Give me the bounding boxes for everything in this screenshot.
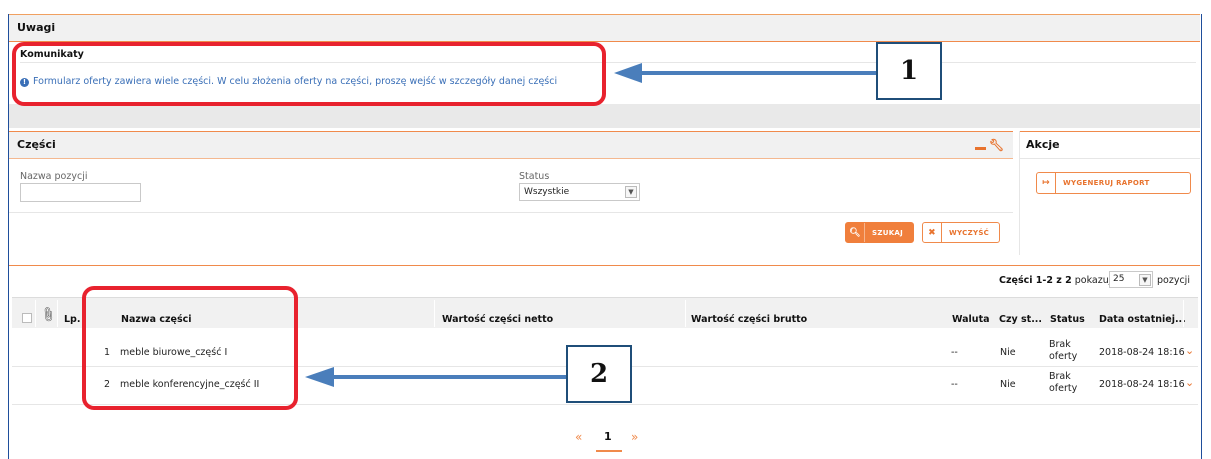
clear-button-label: WYCZYŚĆ <box>949 228 990 237</box>
status-filter-select[interactable]: Wszystkie ▼ <box>519 183 640 201</box>
col-sep <box>35 300 36 327</box>
row-currency: -- <box>951 347 958 358</box>
chevron-down-icon[interactable]: ▼ <box>625 186 637 198</box>
spacer-band <box>9 104 1200 128</box>
page-size-select[interactable]: 25 ▼ <box>1109 271 1153 288</box>
pager-current[interactable]: 1 <box>604 430 612 443</box>
row-czy-st: Nie <box>1000 379 1016 390</box>
akcje-left-border <box>1019 131 1020 255</box>
page-size-suffix: pozycji <box>1157 275 1190 286</box>
highlight-box-1 <box>12 42 606 106</box>
pagination-info: Części 1-2 z 2 pokazuj <box>999 275 1111 286</box>
akcje-title: Akcje <box>1026 138 1060 151</box>
chevron-down-icon[interactable]: ▼ <box>1139 274 1151 286</box>
col-net[interactable]: Wartość części netto <box>442 314 553 325</box>
col-status[interactable]: Status <box>1050 314 1085 325</box>
row-status-line2: oferty <box>1049 383 1078 394</box>
status-filter-value: Wszystkie <box>524 187 570 197</box>
row-status-line1: Brak <box>1049 339 1071 350</box>
callout-2-label: 2 <box>589 359 609 389</box>
col-gross[interactable]: Wartość części brutto <box>691 314 807 325</box>
uwagi-header: Uwagi <box>9 15 1200 41</box>
search-button[interactable]: 🔍︎ SZUKAJ <box>845 222 914 243</box>
show-label: pokazuj <box>1074 275 1112 286</box>
row-last: 2018-08-24 18:16 <box>1099 379 1185 390</box>
name-filter-label: Nazwa pozycji <box>20 171 88 182</box>
chevron-down-icon[interactable]: ⌄ <box>1185 376 1194 389</box>
wrench-icon[interactable]: 🔧︎ <box>989 138 1004 152</box>
callout-2: 2 <box>566 345 632 403</box>
czesci-header: Części <box>9 132 1013 158</box>
search-icon: 🔍︎ <box>846 223 865 242</box>
range-text: Części 1-2 z 2 <box>999 275 1072 286</box>
col-last[interactable]: Data ostatniej... <box>1099 314 1186 325</box>
search-button-label: SZUKAJ <box>872 228 904 237</box>
czesci-header-line <box>9 158 1013 159</box>
clear-button[interactable]: ✖ WYCZYŚĆ <box>922 222 1000 243</box>
col-lp[interactable]: Lp. <box>64 314 80 325</box>
chevron-down-icon[interactable]: ⌄ <box>1185 344 1194 357</box>
col-czy-st[interactable]: Czy st... <box>999 314 1042 325</box>
select-all-checkbox[interactable] <box>22 313 32 323</box>
page-size-value: 25 <box>1113 274 1125 284</box>
uwagi-title: Uwagi <box>17 21 56 34</box>
col-sep <box>1183 300 1184 327</box>
filter-divider <box>9 212 1013 213</box>
col-sep <box>57 300 58 327</box>
highlight-box-2 <box>82 286 298 410</box>
akcje-header-line <box>1020 158 1200 159</box>
pager-next[interactable]: » <box>631 430 638 444</box>
row-currency: -- <box>951 379 958 390</box>
callout-1: 1 <box>876 42 942 100</box>
row-last: 2018-08-24 18:16 <box>1099 347 1185 358</box>
table-top-line <box>9 265 1200 266</box>
akcje-header: Akcje <box>1020 132 1200 158</box>
col-currency[interactable]: Waluta <box>952 314 990 325</box>
pager-current-underline <box>596 450 622 452</box>
close-icon: ✖ <box>923 223 942 242</box>
export-icon: ↦ <box>1037 173 1056 193</box>
col-sep <box>685 300 686 327</box>
name-filter-input[interactable] <box>20 183 141 202</box>
row-status-line2: oferty <box>1049 351 1078 362</box>
czesci-title: Części <box>17 138 56 151</box>
pager-prev[interactable]: « <box>575 430 582 444</box>
row-status-line1: Brak <box>1049 371 1071 382</box>
callout-1-label: 1 <box>899 56 919 86</box>
generate-report-label: WYGENERUJ RAPORT <box>1063 179 1150 187</box>
status-filter-label: Status <box>519 171 550 182</box>
minimize-icon[interactable] <box>975 147 986 150</box>
col-sep <box>434 300 435 327</box>
row-czy-st: Nie <box>1000 347 1016 358</box>
generate-report-button[interactable]: ↦ WYGENERUJ RAPORT <box>1036 172 1191 194</box>
